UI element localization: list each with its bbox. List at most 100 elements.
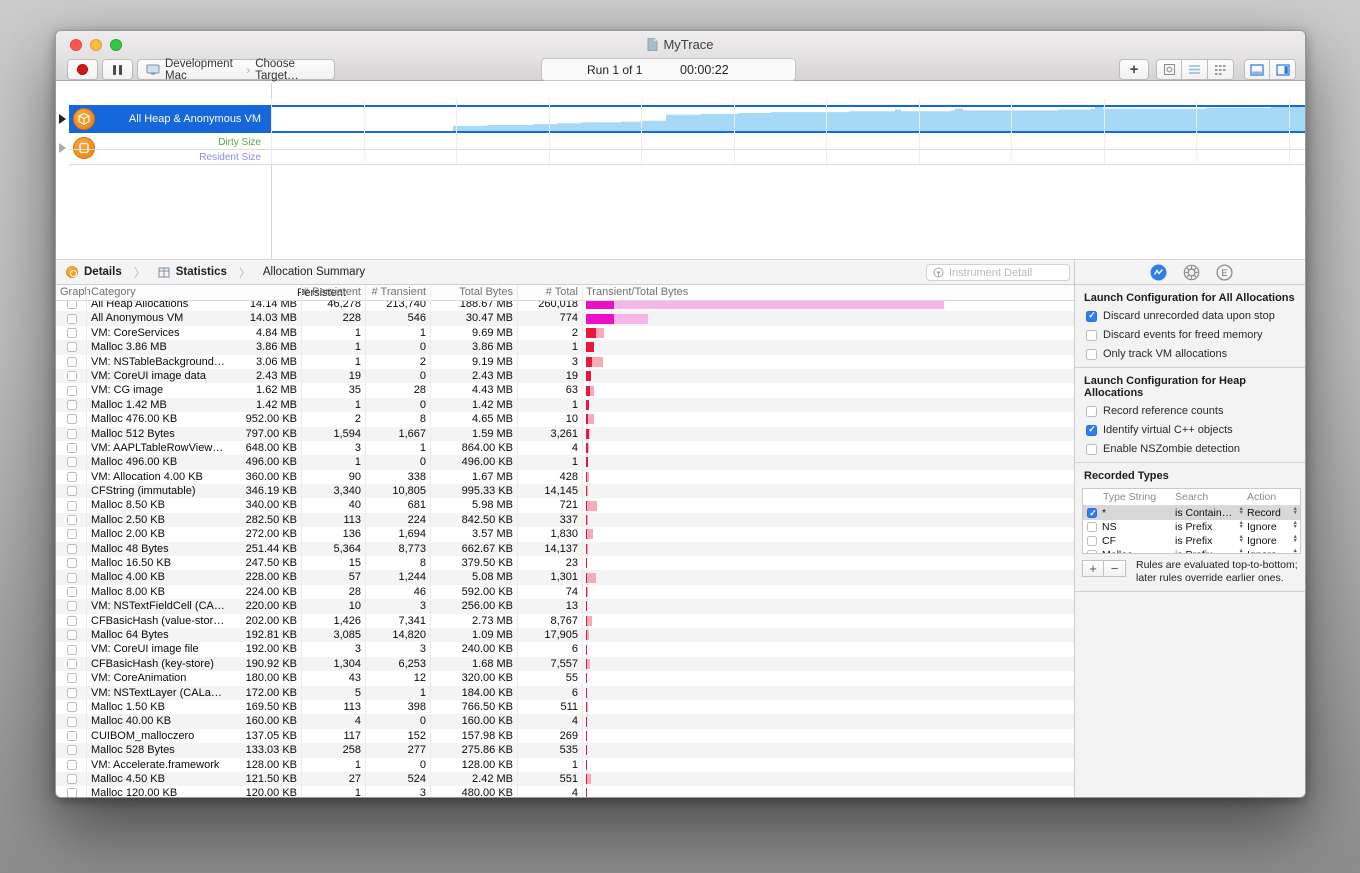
table-row[interactable]: All Heap Allocations14.14 MB46,278213,74… xyxy=(56,301,1074,311)
table-row[interactable]: CUIBOM_malloczero137.05 KB117152157.98 K… xyxy=(56,729,1074,743)
add-rule-button[interactable]: + xyxy=(1082,560,1104,577)
stepper-icon[interactable]: ▲▼ xyxy=(1239,549,1244,554)
col-transient-total-bytes[interactable]: Transient/Total Bytes xyxy=(586,286,688,298)
breadcrumb-statistics[interactable]: Statistics xyxy=(176,266,227,278)
table-row[interactable]: VM: NSTextFieldCell (CA…220.00 KB103256.… xyxy=(56,599,1074,613)
graph-checkbox[interactable] xyxy=(67,788,77,798)
stepper-icon[interactable]: ▲▼ xyxy=(1293,549,1298,554)
table-row[interactable]: VM: CoreAnimation180.00 KB4312320.00 KB5… xyxy=(56,671,1074,685)
action-cell[interactable]: Ignore xyxy=(1247,535,1277,547)
table-row[interactable]: VM: AAPLTableRowView…648.00 KB31864.00 K… xyxy=(56,441,1074,455)
rt-col-action[interactable]: Action xyxy=(1247,491,1300,503)
graph-checkbox[interactable] xyxy=(67,429,77,439)
graph-checkbox[interactable] xyxy=(67,587,77,597)
stepper-icon[interactable]: ▲▼ xyxy=(1293,521,1298,533)
table-row[interactable]: Malloc 512 Bytes797.00 KB1,5941,6671.59 … xyxy=(56,427,1074,441)
settings-checkbox-row[interactable]: Discard events for freed memory xyxy=(1086,329,1298,341)
action-cell[interactable]: Record xyxy=(1247,507,1281,519)
graph-checkbox[interactable] xyxy=(67,630,77,640)
table-row[interactable]: Malloc 48 Bytes251.44 KB5,3648,773662.67… xyxy=(56,542,1074,556)
graph-checkbox[interactable] xyxy=(67,616,77,626)
graph-checkbox[interactable] xyxy=(67,301,77,309)
graph-checkbox[interactable] xyxy=(67,601,77,611)
breadcrumb-allocation-summary[interactable]: Allocation Summary xyxy=(263,266,365,278)
settings-checkbox-row[interactable]: Discard unrecorded data upon stop xyxy=(1086,310,1298,322)
table-row[interactable]: VM: CoreUI image data2.43 MB1902.43 MB19 xyxy=(56,369,1074,383)
recorded-type-row[interactable]: Mallocis Prefix▲▼Ignore▲▼ xyxy=(1083,548,1300,554)
table-row[interactable]: CFBasicHash (value-stor…202.00 KB1,4267,… xyxy=(56,614,1074,628)
pause-button[interactable] xyxy=(102,59,133,80)
graph-checkbox[interactable] xyxy=(67,400,77,410)
action-cell[interactable]: Ignore xyxy=(1247,521,1277,533)
table-row[interactable]: VM: NSTextLayer (CALa…172.00 KB51184.00 … xyxy=(56,686,1074,700)
toggle-inspector-pane-button[interactable] xyxy=(1270,59,1296,80)
table-row[interactable]: Malloc 3.86 MB3.86 MB103.86 MB1 xyxy=(56,340,1074,354)
action-cell[interactable]: Ignore xyxy=(1247,549,1277,554)
graph-checkbox[interactable] xyxy=(67,515,77,525)
graph-checkbox[interactable] xyxy=(67,529,77,539)
search-mode-cell[interactable]: is Contain… xyxy=(1175,507,1232,519)
table-row[interactable]: Malloc 1.42 MB1.42 MB101.42 MB1 xyxy=(56,398,1074,412)
checkbox-unchecked[interactable] xyxy=(1086,349,1097,360)
graph-checkbox[interactable] xyxy=(67,702,77,712)
col-num-total[interactable]: # Total xyxy=(508,286,578,298)
table-row[interactable]: CFBasicHash (key-store)190.92 KB1,3046,2… xyxy=(56,657,1074,671)
table-row[interactable]: CFString (immutable)346.19 KB3,34010,805… xyxy=(56,484,1074,498)
stepper-icon[interactable]: ▲▼ xyxy=(1293,535,1298,547)
table-row[interactable]: VM: CoreServices4.84 MB119.69 MB2 xyxy=(56,326,1074,340)
table-row[interactable]: Malloc 120.00 KB120.00 KB13480.00 KB4 xyxy=(56,786,1074,798)
stepper-icon[interactable]: ▲▼ xyxy=(1239,535,1244,547)
graph-checkbox[interactable] xyxy=(67,774,77,784)
record-settings-tab[interactable] xyxy=(1150,264,1167,281)
search-mode-cell[interactable]: is Prefix xyxy=(1175,521,1212,533)
table-row[interactable]: Malloc 2.00 KB272.00 KB1361,6943.57 MB1,… xyxy=(56,527,1074,541)
vm-resident-size-row[interactable]: Resident Size xyxy=(69,150,1306,165)
rt-col-type-string[interactable]: Type String xyxy=(1083,491,1175,503)
graph-checkbox[interactable] xyxy=(67,659,77,669)
checkbox-unchecked[interactable] xyxy=(1086,330,1097,341)
vm-dirty-size-row[interactable]: Dirty Size xyxy=(69,135,1306,150)
graph-checkbox[interactable] xyxy=(67,688,77,698)
rt-col-search[interactable]: Search xyxy=(1175,491,1247,503)
table-row[interactable]: Malloc 64 Bytes192.81 KB3,08514,8201.09 … xyxy=(56,628,1074,642)
settings-checkbox-row[interactable]: Identify virtual C++ objects xyxy=(1086,424,1298,436)
table-row[interactable]: VM: CoreUI image file192.00 KB33240.00 K… xyxy=(56,642,1074,656)
table-row[interactable]: Malloc 496.00 KB496.00 KB10496.00 KB1 xyxy=(56,455,1074,469)
col-category[interactable]: Category xyxy=(91,286,136,298)
graph-checkbox[interactable] xyxy=(67,558,77,568)
rule-checkbox-unchecked[interactable] xyxy=(1087,550,1097,554)
search-mode-cell[interactable]: is Prefix xyxy=(1175,535,1212,547)
table-row[interactable]: Malloc 8.50 KB340.00 KB406815.98 MB721 xyxy=(56,498,1074,512)
track-allocations[interactable]: All Heap & Anonymous VM xyxy=(69,105,271,133)
table-row[interactable]: Malloc 16.50 KB247.50 KB158379.50 KB23 xyxy=(56,556,1074,570)
checkbox-checked[interactable] xyxy=(1086,425,1097,436)
checkbox-checked[interactable] xyxy=(1086,311,1097,322)
table-row[interactable]: Malloc 1.50 KB169.50 KB113398766.50 KB51… xyxy=(56,700,1074,714)
breadcrumb-details[interactable]: Details xyxy=(84,266,122,278)
add-instrument-button[interactable]: + xyxy=(1119,59,1149,80)
graph-checkbox[interactable] xyxy=(67,371,77,381)
graph-checkbox[interactable] xyxy=(67,673,77,683)
graph-checkbox[interactable] xyxy=(67,544,77,554)
toggle-detail-pane-button[interactable] xyxy=(1244,59,1270,80)
record-button[interactable] xyxy=(67,59,98,80)
settings-checkbox-row[interactable]: Enable NSZombie detection xyxy=(1086,443,1298,455)
rule-checkbox-checked[interactable] xyxy=(1087,508,1097,518)
graph-checkbox[interactable] xyxy=(67,386,77,396)
rule-checkbox-unchecked[interactable] xyxy=(1087,536,1097,546)
graph-checkbox[interactable] xyxy=(67,443,77,453)
remove-rule-button[interactable]: − xyxy=(1104,560,1126,577)
graph-checkbox[interactable] xyxy=(67,501,77,511)
allocation-summary-table[interactable]: All Heap Allocations14.14 MB46,278213,74… xyxy=(56,301,1074,798)
graph-checkbox[interactable] xyxy=(67,717,77,727)
table-row[interactable]: Malloc 8.00 KB224.00 KB2846592.00 KB74 xyxy=(56,585,1074,599)
settings-checkbox-row[interactable]: Record reference counts xyxy=(1086,405,1298,417)
recorded-types-table[interactable]: Type String Search Action *is Contain…▲▼… xyxy=(1082,488,1301,554)
table-row[interactable]: Malloc 2.50 KB282.50 KB113224842.50 KB33… xyxy=(56,513,1074,527)
graph-checkbox[interactable] xyxy=(67,414,77,424)
table-row[interactable]: Malloc 4.50 KB121.50 KB275242.42 MB551 xyxy=(56,772,1074,786)
instrument-detail-filter[interactable]: Instrument Detail xyxy=(926,264,1070,281)
graph-checkbox[interactable] xyxy=(67,745,77,755)
grid-view-button[interactable] xyxy=(1208,59,1234,80)
search-mode-cell[interactable]: is Prefix xyxy=(1175,549,1212,554)
